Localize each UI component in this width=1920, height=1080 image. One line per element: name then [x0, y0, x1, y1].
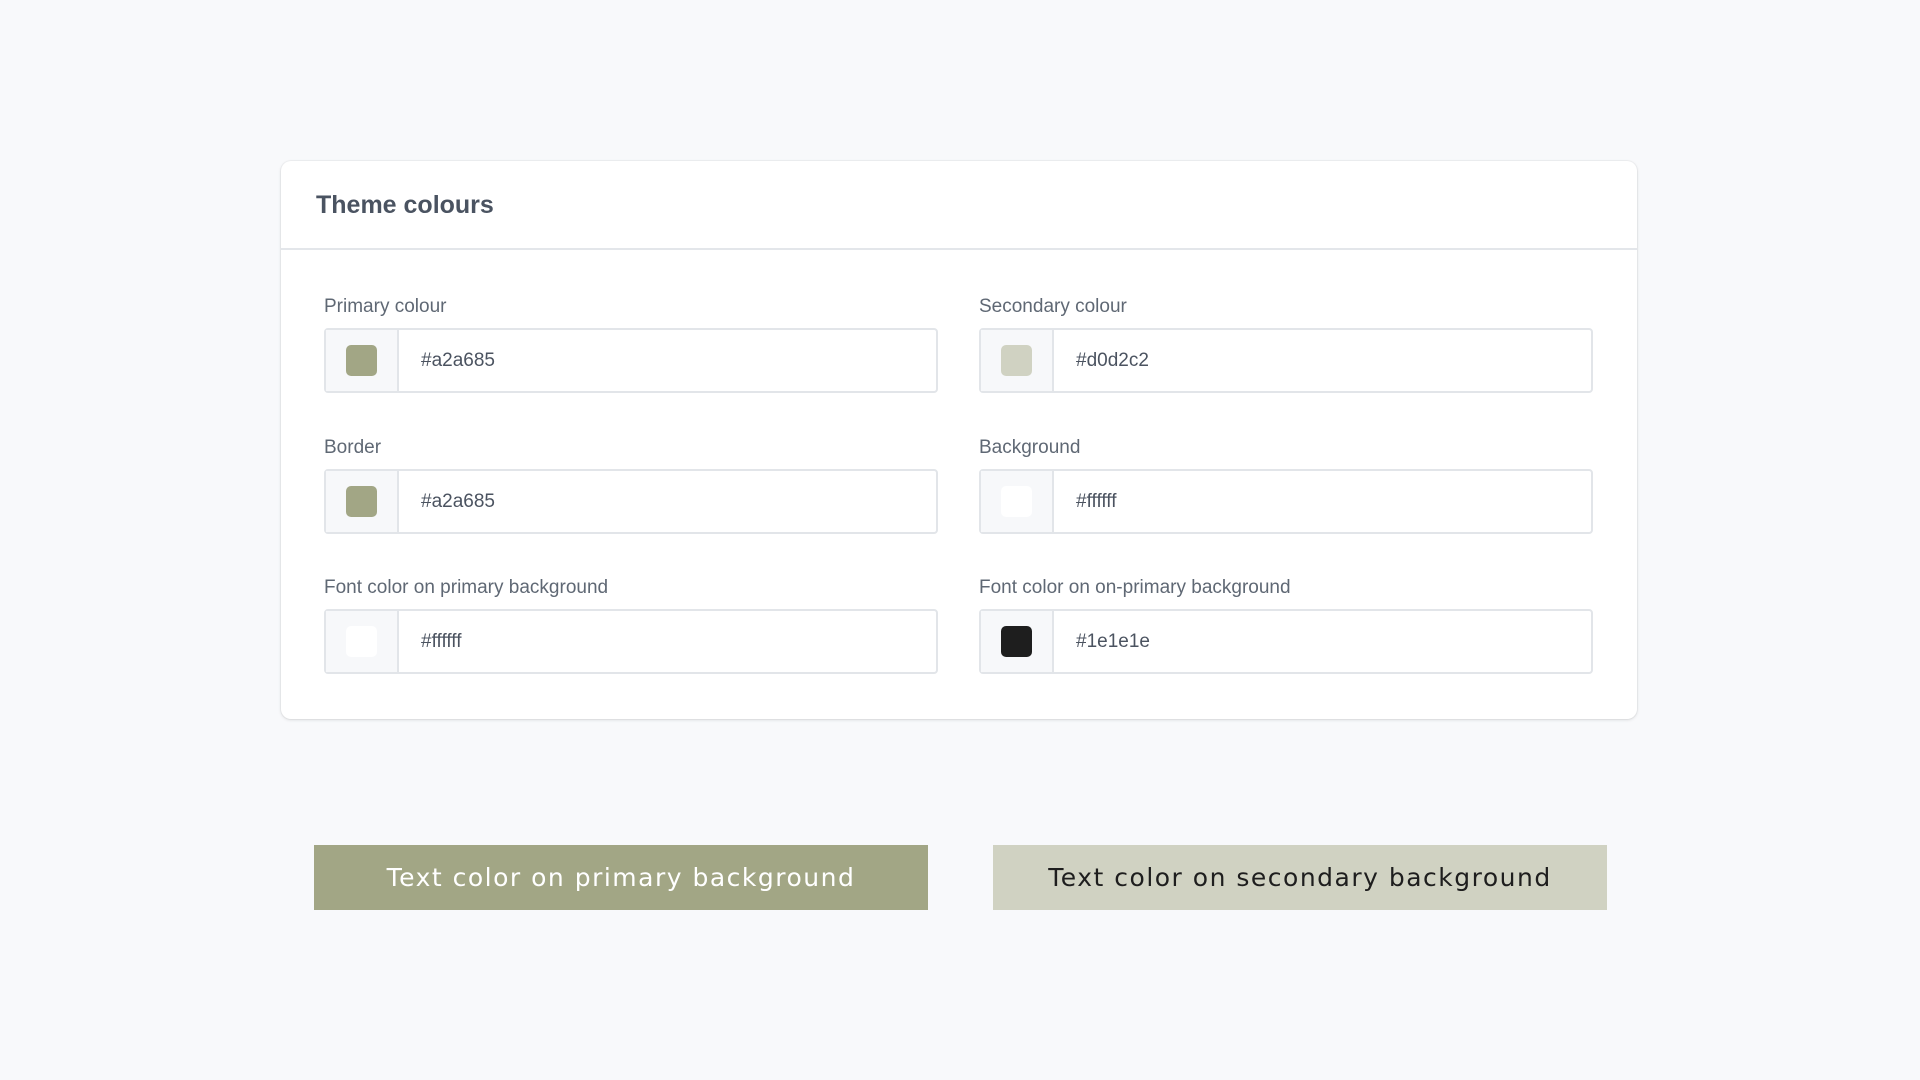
color-input	[324, 469, 938, 534]
field-secondary-colour: Secondary colour	[979, 295, 1593, 393]
color-picker-button[interactable]	[981, 471, 1054, 532]
field-label: Font color on on-primary background	[979, 577, 1291, 598]
field-label: Font color on primary background	[324, 577, 609, 598]
preview-text: Text color on secondary background	[1048, 863, 1552, 892]
color-swatch-icon	[1001, 626, 1032, 657]
field-font-color-on-primary: Font color on on-primary background	[979, 576, 1593, 674]
color-swatch-icon	[1001, 486, 1032, 517]
color-picker-button[interactable]	[326, 471, 399, 532]
color-picker-button[interactable]	[326, 330, 399, 391]
primary-background-preview: Text color on primary background	[314, 845, 928, 910]
field-font-color-primary: Font color on primary background	[324, 576, 938, 674]
field-label: Background	[979, 437, 1081, 458]
preview-text: Text color on primary background	[386, 863, 856, 892]
color-picker-button[interactable]	[981, 330, 1054, 391]
color-input	[979, 328, 1593, 393]
color-input	[979, 469, 1593, 534]
secondary-background-preview: Text color on secondary background	[993, 845, 1607, 910]
hex-input[interactable]	[399, 330, 936, 391]
color-input	[324, 328, 938, 393]
color-swatch-icon	[1001, 345, 1032, 376]
color-picker-button[interactable]	[326, 611, 399, 672]
field-primary-colour: Primary colour	[324, 295, 938, 393]
field-label: Border	[324, 437, 382, 458]
hex-input[interactable]	[399, 611, 936, 672]
hex-input[interactable]	[399, 471, 936, 532]
color-input	[979, 609, 1593, 674]
color-swatch-icon	[346, 626, 377, 657]
hex-input[interactable]	[1054, 471, 1591, 532]
field-label: Primary colour	[324, 296, 447, 317]
hex-input[interactable]	[1054, 330, 1591, 391]
theme-colours-card: Theme colours Primary colour Secondary c…	[281, 161, 1637, 719]
card-title: Theme colours	[316, 191, 494, 219]
color-picker-button[interactable]	[981, 611, 1054, 672]
field-border: Border	[324, 436, 938, 534]
field-label: Secondary colour	[979, 296, 1127, 317]
color-swatch-icon	[346, 486, 377, 517]
color-swatch-icon	[346, 345, 377, 376]
color-input	[324, 609, 938, 674]
field-background: Background	[979, 436, 1593, 534]
hex-input[interactable]	[1054, 611, 1591, 672]
card-header: Theme colours	[281, 161, 1637, 250]
